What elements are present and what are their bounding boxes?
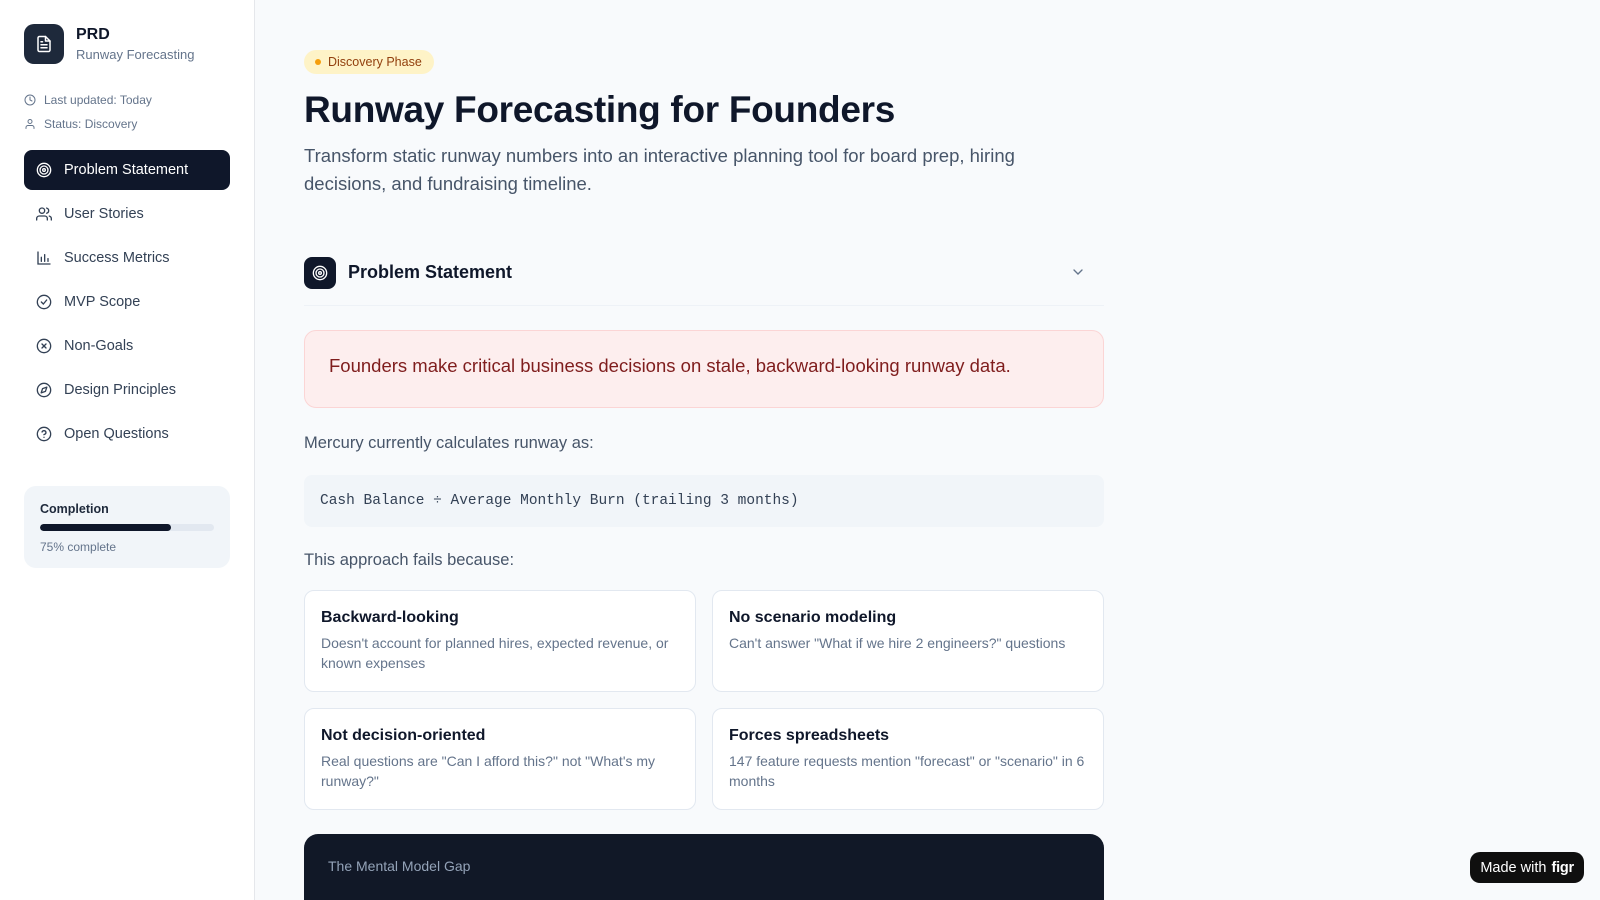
card-description: 147 feature requests mention "forecast" … [729,753,1085,789]
last-updated-text: Last updated: Today [44,93,152,107]
target-icon [36,162,52,178]
status-text: Status: Discovery [44,117,138,131]
completion-label: Completion [40,502,109,516]
panel-label: The Mental Model Gap [328,858,471,874]
sidebar-item-design-principles[interactable]: Design Principles [24,370,230,410]
sidebar-item-label: User Stories [64,206,144,222]
x-circle-icon [36,338,52,354]
clock-icon [24,94,36,106]
made-with-badge[interactable]: Made with figr [1470,852,1584,883]
fails-intro: This approach fails because: [304,551,515,569]
compass-icon [36,382,52,398]
card-description: Real questions are "Can I afford this?" … [321,753,656,789]
failure-cards: Backward-looking Doesn't account for pla… [304,590,1104,810]
section-title: Problem Statement [348,262,513,282]
mental-model-gap-panel: The Mental Model Gap [304,834,1104,900]
sidebar-item-label: Success Metrics [64,250,170,266]
sidebar: PRD Runway Forecasting Last updated: Tod… [0,0,255,900]
phase-badge-label: Discovery Phase [328,55,422,69]
sidebar-item-label: Design Principles [64,382,177,398]
failure-card: No scenario modeling Can't answer "What … [712,590,1104,692]
bar-chart-icon [37,251,51,265]
help-circle-icon [36,426,52,442]
made-with-label: Made with [1480,859,1547,876]
sidebar-item-user-stories[interactable]: User Stories [24,194,230,234]
chevron-down-icon[interactable] [1070,264,1086,280]
main-content: Discovery Phase Runway Forecasting for F… [304,50,1104,900]
page-title: Runway Forecasting for Founders [304,89,895,130]
status: Status: Discovery [24,116,230,132]
meta-info: Last updated: Today Status: Discovery [24,92,230,132]
failure-card: Not decision-oriented Real questions are… [304,708,696,810]
sidebar-item-success-metrics[interactable]: Success Metrics [24,238,230,278]
card-description: Doesn't account for planned hires, expec… [321,635,669,671]
completion-progress-bar [40,524,214,531]
formula-intro: Mercury currently calculates runway as: [304,434,594,452]
section-header-problem-statement[interactable]: Problem Statement [304,254,1104,306]
card-description: Can't answer "What if we hire 2 engineer… [729,635,1066,651]
users-icon [36,207,52,221]
sidebar-item-problem-statement[interactable]: Problem Statement [24,150,230,190]
phase-badge: Discovery Phase [304,50,434,74]
formula-code-block: Cash Balance ÷ Average Monthly Burn (tra… [304,475,1104,527]
status-dot-icon [315,59,321,65]
card-title: Not decision-oriented [321,727,486,744]
sidebar-nav: Problem Statement User Stories Success M… [24,150,230,454]
sidebar-item-open-questions[interactable]: Open Questions [24,414,230,454]
target-icon [304,256,336,289]
failure-card: Backward-looking Doesn't account for pla… [304,590,696,692]
sidebar-item-mvp-scope[interactable]: MVP Scope [24,282,230,322]
brand-title: PRD [76,26,110,43]
document-icon [24,24,64,64]
completion-text: 75% complete [40,540,117,554]
problem-alert: Founders make critical business decision… [304,330,1104,408]
sidebar-item-label: Open Questions [64,426,169,442]
made-with-brand: figr [1551,859,1574,876]
user-icon [25,119,35,129]
completion-card: Completion 75% complete [24,486,230,568]
check-circle-icon [36,294,52,310]
sidebar-item-non-goals[interactable]: Non-Goals [24,326,230,366]
brand: PRD Runway Forecasting [24,24,230,64]
sidebar-item-label: Problem Statement [64,162,189,178]
sidebar-item-label: Non-Goals [64,338,134,354]
brand-subtitle: Runway Forecasting [76,47,195,62]
last-updated: Last updated: Today [24,92,230,108]
card-title: Backward-looking [321,609,459,626]
page-subtitle: Transform static runway numbers into an … [304,145,1015,194]
completion-progress-fill [40,524,171,531]
failure-card: Forces spreadsheets 147 feature requests… [712,708,1104,810]
sidebar-item-label: MVP Scope [64,294,141,310]
card-title: Forces spreadsheets [729,727,890,744]
card-title: No scenario modeling [729,609,897,626]
